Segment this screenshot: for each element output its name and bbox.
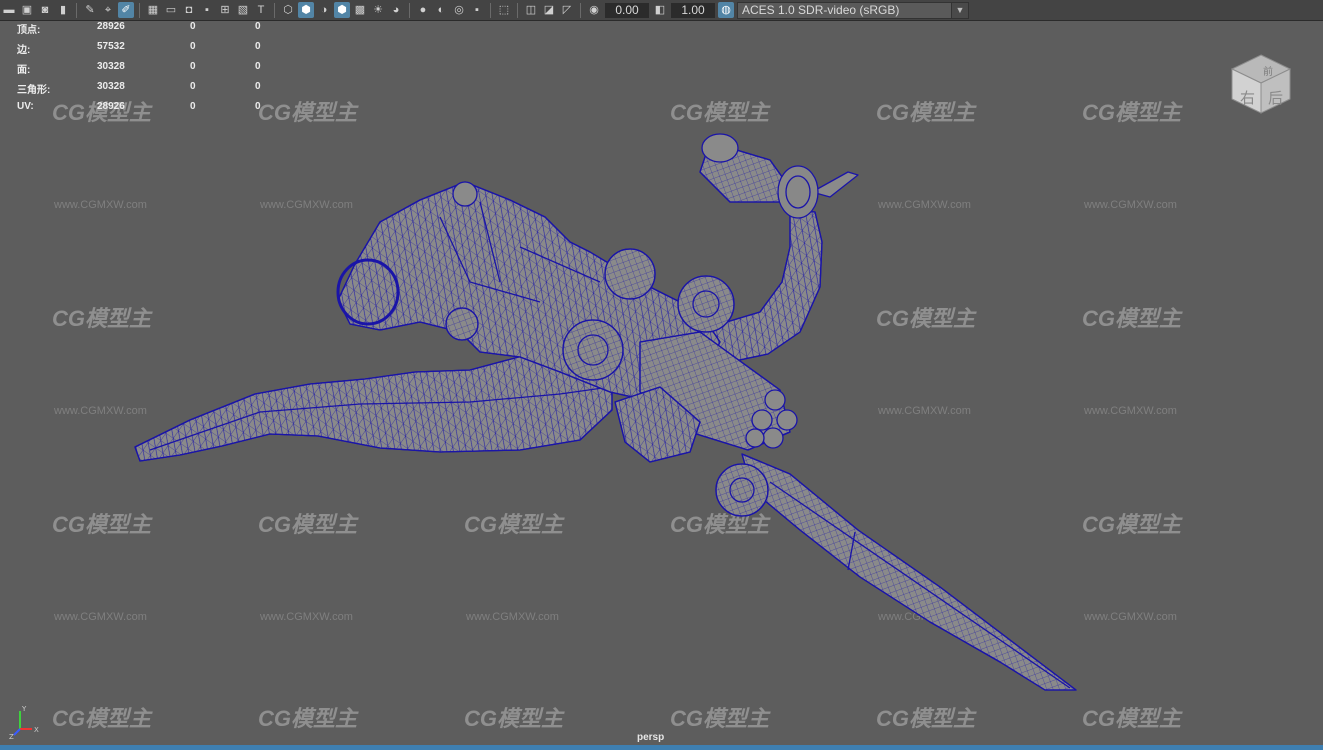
hud-value: 28926: [97, 101, 125, 112]
hud-value: 30328: [97, 81, 125, 92]
depth-of-field-icon[interactable]: ▪: [469, 2, 485, 18]
hud-selected: 0: [190, 21, 196, 32]
status-bar: [0, 745, 1323, 750]
textured-icon[interactable]: ▩: [352, 2, 368, 18]
hud-label: 顶点:: [17, 25, 41, 36]
toolbar-divider: [274, 2, 275, 18]
hud-selected-uv: 0: [255, 21, 261, 32]
colorspace-label: ACES 1.0 SDR-video (sRGB): [742, 2, 900, 17]
field-chart-icon[interactable]: ⊞: [217, 2, 233, 18]
safe-action-icon[interactable]: ▧: [235, 2, 251, 18]
wireframe-icon[interactable]: ⬡: [280, 2, 296, 18]
wireframe-on-shaded-icon[interactable]: ⬢: [334, 2, 350, 18]
image-plane-icon[interactable]: ▮: [55, 2, 71, 18]
use-all-lights-icon[interactable]: ☀: [370, 2, 386, 18]
hud-selected-uv: 0: [255, 61, 261, 72]
hud-selected-uv: 0: [255, 101, 261, 112]
hud-label: 面:: [17, 65, 31, 76]
viewcube-right-face[interactable]: 右: [1240, 89, 1255, 107]
camera-attributes-icon[interactable]: ▣: [19, 2, 35, 18]
xray-icon[interactable]: ◫: [523, 2, 539, 18]
hud-value: 30328: [97, 61, 125, 72]
axis-gizmo: Y X Z: [9, 705, 39, 741]
viewcube-back-face[interactable]: 后: [1268, 89, 1283, 107]
chevron-down-icon: ▼: [951, 2, 968, 18]
tail-cylinder: [699, 133, 819, 219]
multisample-aa-icon[interactable]: ◎: [451, 2, 467, 18]
hud-selected: 0: [190, 101, 196, 112]
toolbar-divider: [517, 2, 518, 18]
color-management-icon[interactable]: ◍: [718, 2, 734, 18]
persp-viewport[interactable]: CG模型主 CG模型主 CG模型主 CG模型主 CG模型主 CG模型主 CG模型…: [0, 21, 1323, 745]
smooth-shade-icon[interactable]: ⬢: [298, 2, 314, 18]
default-material-icon[interactable]: ◑: [316, 2, 332, 18]
hud-label: 边:: [17, 45, 31, 56]
hud-selected: 0: [190, 41, 196, 52]
exposure-field[interactable]: 0.00: [605, 2, 649, 18]
exposure-icon[interactable]: ◉: [586, 2, 602, 18]
hud-row-vertices: 顶点: 28926 0 0: [17, 21, 277, 41]
hud-selected-uv: 0: [255, 41, 261, 52]
hud-selected: 0: [190, 81, 196, 92]
shadows-icon[interactable]: ◕: [388, 2, 404, 18]
film-gate-icon[interactable]: ▭: [163, 2, 179, 18]
camera-icon[interactable]: ▬: [1, 2, 17, 18]
grease-pencil-icon[interactable]: ⌖: [100, 2, 116, 18]
hud-value: 57532: [97, 41, 125, 52]
gate-mask-icon[interactable]: ▪: [199, 2, 215, 18]
colorspace-dropdown[interactable]: ACES 1.0 SDR-video (sRGB) ▼: [737, 1, 969, 19]
gamma-icon[interactable]: ◧: [652, 2, 668, 18]
hud-row-triangles: 三角形: 30328 0 0: [17, 81, 277, 101]
poly-count-hud: 顶点: 28926 0 0 边: 57532 0 0 面: 30328 0 0 …: [17, 21, 277, 121]
hud-label: 三角形:: [17, 85, 51, 96]
hud-row-edges: 边: 57532 0 0: [17, 41, 277, 61]
lower-blade: [741, 453, 1077, 691]
motion-blur-icon[interactable]: ◐: [433, 2, 449, 18]
toolbar-divider: [409, 2, 410, 18]
hud-row-uvs: UV: 28926 0 0: [17, 101, 277, 121]
toolbar-divider: [139, 2, 140, 18]
view-cube[interactable]: 前 右 后: [1228, 51, 1294, 117]
gamma-field[interactable]: 1.00: [671, 2, 715, 18]
toolbar-divider: [580, 2, 581, 18]
hud-row-faces: 面: 30328 0 0: [17, 61, 277, 81]
xray-active-components-icon[interactable]: ◪: [541, 2, 557, 18]
grid-icon[interactable]: ▦: [145, 2, 161, 18]
toolbar-divider: [76, 2, 77, 18]
isolate-select-icon[interactable]: ⬚: [496, 2, 512, 18]
camera-name-label: persp: [637, 732, 665, 743]
hud-label: UV:: [17, 101, 34, 112]
screen-space-ao-icon[interactable]: ●: [415, 2, 431, 18]
viewcube-front-face[interactable]: 前: [1263, 65, 1273, 78]
axis-y-label: Y: [21, 705, 27, 713]
xray-joints-icon[interactable]: ◸: [559, 2, 575, 18]
camera-bookmark-icon[interactable]: ◙: [37, 2, 53, 18]
toolbar-divider: [490, 2, 491, 18]
axis-z-label: Z: [9, 733, 14, 741]
wireframe-model[interactable]: [0, 21, 1323, 745]
viewport-toolbar: ▬ ▣ ◙ ▮ ✎ ⌖ ✐ ▦ ▭ ◘ ▪ ⊞ ▧ T ⬡ ⬢ ◑ ⬢ ▩ ☀ …: [0, 0, 1323, 21]
hud-selected-uv: 0: [255, 81, 261, 92]
two-d-pan-icon[interactable]: ✎: [82, 2, 98, 18]
resolution-gate-icon[interactable]: ◘: [181, 2, 197, 18]
pencil-icon[interactable]: ✐: [118, 2, 134, 18]
hud-selected: 0: [190, 61, 196, 72]
safe-title-icon[interactable]: T: [253, 2, 269, 18]
axis-x-label: X: [34, 726, 39, 734]
hud-value: 28926: [97, 21, 125, 32]
